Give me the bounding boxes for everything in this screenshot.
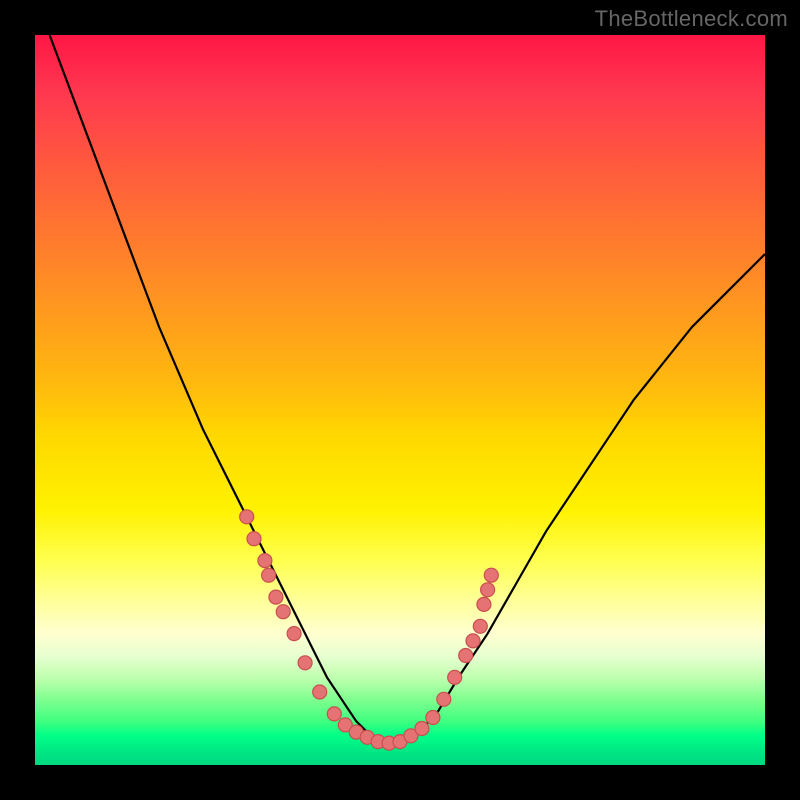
watermark-text: TheBottleneck.com: [595, 6, 788, 32]
chart-background: [35, 35, 765, 765]
